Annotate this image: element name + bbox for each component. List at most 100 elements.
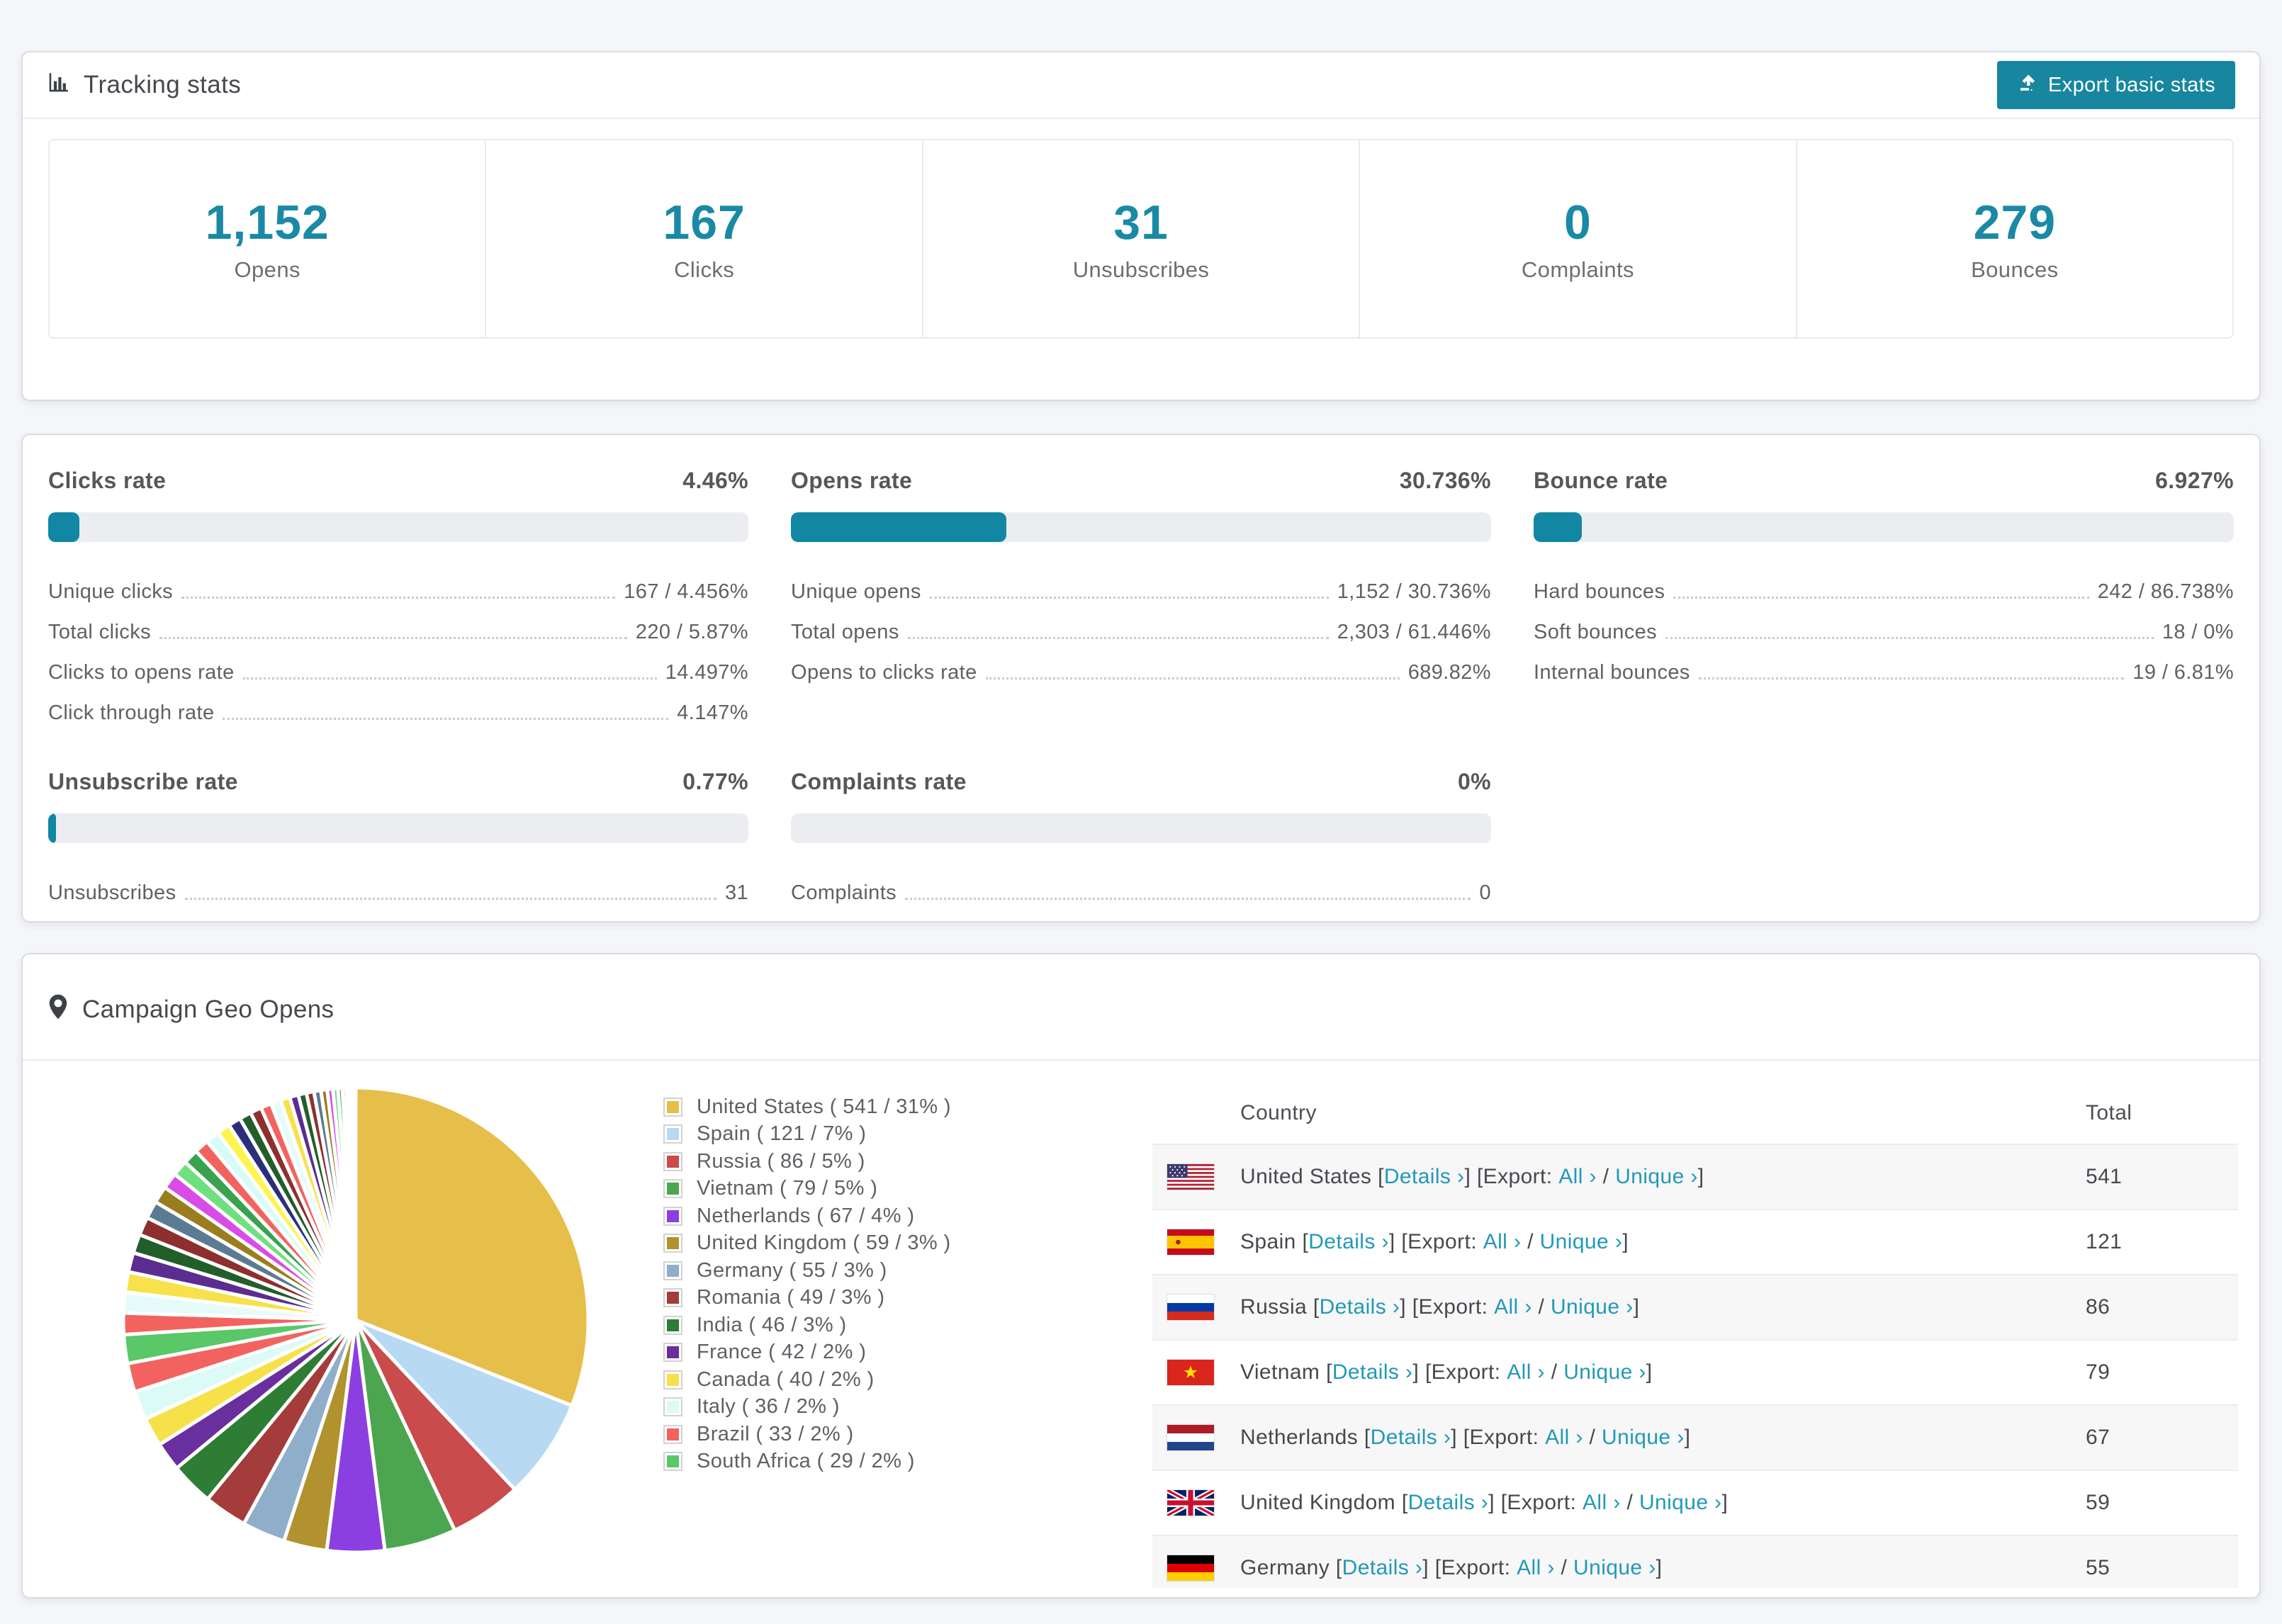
table-row-spain: Spain [Details ›] [Export: All › / Uniqu…	[1152, 1209, 2238, 1275]
legend-swatch	[663, 1397, 682, 1417]
export-all-link[interactable]: All ›	[1558, 1165, 1597, 1189]
export-all-link[interactable]: All ›	[1517, 1556, 1555, 1580]
country-name: Netherlands	[1240, 1426, 1359, 1449]
details-link[interactable]: Details ›	[1320, 1295, 1400, 1319]
legend-item: India ( 46 / 3% )	[663, 1312, 1152, 1339]
us-flag-icon	[1167, 1163, 1215, 1190]
vietnam-flag-icon	[1167, 1359, 1215, 1386]
pie-slice-other[interactable]	[353, 1086, 358, 1321]
stat-clicks: 167 Clicks	[486, 140, 923, 337]
country-total: 541	[2086, 1144, 2238, 1210]
opens-rate-block: Opens rate 30.736% Unique opens 1,152 / 3…	[791, 468, 1491, 725]
country-total: 121	[2086, 1209, 2238, 1275]
stat-unsubscribes-label: Unsubscribes	[1072, 257, 1210, 282]
export-all-link[interactable]: All ›	[1494, 1295, 1532, 1319]
unsubscribe-rate-block: Unsubscribe rate 0.77% Unsubscribes 31	[48, 769, 748, 905]
geo-header: Campaign Geo Opens	[23, 954, 2259, 1061]
tracking-stats-title: Tracking stats	[47, 70, 241, 101]
table-row-vietnam: Vietnam [Details ›] [Export: All › / Uni…	[1152, 1340, 2238, 1406]
details-link[interactable]: Details ›	[1384, 1165, 1465, 1189]
bounce-rate-block: Bounce rate 6.927% Hard bounces 242 / 86.…	[1534, 468, 2234, 725]
legend-item: Canada ( 40 / 2% )	[663, 1366, 1152, 1394]
unsubscribe-rate-bar	[48, 813, 748, 843]
stat-unsubscribes: 31 Unsubscribes	[923, 140, 1361, 337]
details-link[interactable]: Details ›	[1332, 1360, 1413, 1385]
rate-row: Soft bounces 18 / 0%	[1534, 621, 2234, 643]
complaints-rate-block: Complaints rate 0% Complaints 0	[791, 769, 1491, 905]
country-name: United States	[1240, 1165, 1372, 1188]
rate-row: Internal bounces 19 / 6.81%	[1534, 661, 2234, 684]
geo-table: Country Total United States [Details ›] …	[1152, 1082, 2238, 1588]
legend-item: United Kingdom ( 59 / 3% )	[663, 1230, 1152, 1258]
russia-flag-icon	[1167, 1294, 1215, 1321]
export-unique-link[interactable]: Unique ›	[1563, 1360, 1646, 1385]
geo-title-wrap: Campaign Geo Opens	[47, 993, 334, 1027]
rate-row: Opens to clicks rate 689.82%	[791, 661, 1491, 684]
legend-swatch	[663, 1097, 682, 1117]
bounce-rate-title: Bounce rate	[1534, 468, 1668, 493]
country-total: 67	[2086, 1405, 2238, 1471]
rate-row: Unsubscribes 31	[48, 881, 748, 904]
rate-row: Click through rate 4.147%	[48, 701, 748, 724]
export-all-link[interactable]: All ›	[1507, 1360, 1545, 1385]
table-row-germany: Germany [Details ›] [Export: All › / Uni…	[1152, 1535, 2238, 1588]
stat-unsubscribes-value: 31	[1113, 196, 1169, 249]
legend-swatch	[663, 1315, 682, 1335]
country-total: 59	[2086, 1470, 2238, 1536]
stat-opens: 1,152 Opens	[50, 140, 487, 337]
stat-bounces-label: Bounces	[1971, 257, 2059, 282]
country-total: 86	[2086, 1275, 2238, 1341]
total-column-header: Total	[2086, 1082, 2238, 1145]
export-icon	[2017, 72, 2038, 98]
export-unique-link[interactable]: Unique ›	[1639, 1491, 1722, 1515]
country-column-header: Country	[1152, 1082, 2086, 1145]
complaints-rate-title: Complaints rate	[791, 769, 967, 794]
legend-swatch	[663, 1288, 682, 1308]
export-all-link[interactable]: All ›	[1545, 1426, 1583, 1450]
export-all-link[interactable]: All ›	[1483, 1230, 1522, 1254]
stat-bounces-value: 279	[1973, 196, 2057, 249]
table-row-netherlands: Netherlands [Details ›] [Export: All › /…	[1152, 1405, 2238, 1471]
legend-swatch	[663, 1179, 682, 1199]
export-all-link[interactable]: All ›	[1583, 1491, 1621, 1515]
legend-item: United States ( 541 / 31% )	[663, 1093, 1152, 1121]
table-row-united-states: United States [Details ›] [Export: All ›…	[1152, 1144, 2238, 1210]
legend-swatch	[663, 1343, 682, 1363]
details-link[interactable]: Details ›	[1408, 1491, 1489, 1515]
export-unique-link[interactable]: Unique ›	[1573, 1556, 1656, 1580]
legend-swatch	[663, 1452, 682, 1472]
opens-rate-title: Opens rate	[791, 468, 913, 493]
bounce-rate-bar	[1534, 512, 2234, 542]
details-link[interactable]: Details ›	[1342, 1556, 1423, 1580]
geo-legend: United States ( 541 / 31% ) Spain ( 121 …	[663, 1061, 1152, 1588]
country-name: Vietnam	[1240, 1360, 1320, 1384]
export-basic-stats-button[interactable]: Export basic stats	[1996, 61, 2235, 109]
details-link[interactable]: Details ›	[1371, 1426, 1451, 1450]
stat-complaints: 0 Complaints	[1360, 140, 1797, 337]
details-link[interactable]: Details ›	[1308, 1230, 1389, 1254]
country-total: 55	[2086, 1535, 2238, 1588]
country-name: United Kingdom	[1240, 1491, 1396, 1514]
rate-row: Clicks to opens rate 14.497%	[48, 661, 748, 684]
overview-stats: 1,152 Opens 167 Clicks 31 Unsubscribes 0…	[23, 119, 2259, 359]
export-unique-link[interactable]: Unique ›	[1551, 1295, 1634, 1319]
complaints-rate-bar	[791, 813, 1491, 843]
spain-flag-icon	[1167, 1229, 1215, 1256]
stat-complaints-label: Complaints	[1521, 257, 1634, 282]
stat-clicks-label: Clicks	[674, 257, 735, 282]
unsubscribe-rate-percent: 0.77%	[682, 769, 748, 794]
stat-complaints-value: 0	[1564, 196, 1592, 249]
bounce-rate-percent: 6.927%	[2155, 468, 2234, 493]
tracking-stats-card: Tracking stats Export basic stats 1,152 …	[21, 51, 2261, 401]
export-unique-link[interactable]: Unique ›	[1540, 1230, 1623, 1254]
geo-pie-chart	[47, 1061, 663, 1588]
clicks-rate-bar	[48, 512, 748, 542]
unsubscribe-rate-title: Unsubscribe rate	[48, 769, 238, 794]
rate-row: Complaints 0	[791, 881, 1491, 904]
export-unique-link[interactable]: Unique ›	[1615, 1165, 1698, 1189]
rate-row: Hard bounces 242 / 86.738%	[1534, 580, 2234, 603]
export-unique-link[interactable]: Unique ›	[1602, 1426, 1685, 1450]
opens-rate-percent: 30.736%	[1399, 468, 1491, 493]
opens-rate-bar	[791, 512, 1491, 542]
clicks-rate-block: Clicks rate 4.46% Unique clicks 167 / 4.4…	[48, 468, 748, 725]
